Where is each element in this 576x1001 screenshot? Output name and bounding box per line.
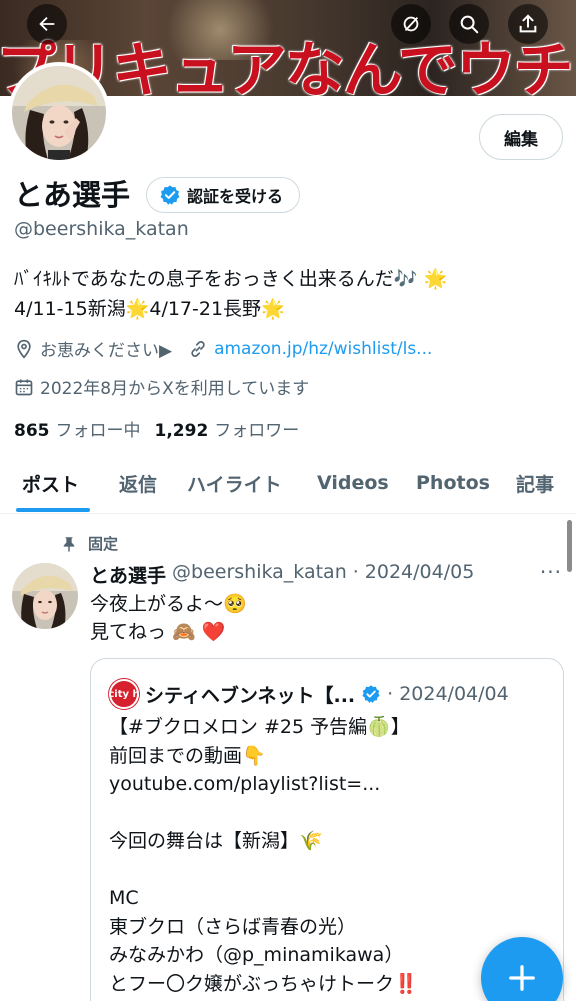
tab-videos[interactable]: Videos [317, 452, 389, 514]
pin-icon [63, 536, 75, 551]
quoted-post-header: city h シティヘブンネット【... · 2024/04/04 [108, 679, 509, 709]
avatar-photo [12, 563, 78, 629]
tab-photos[interactable]: Photos [416, 452, 490, 514]
edit-profile-button[interactable]: 編集 [479, 114, 563, 160]
profile-name: とあ選手 [14, 178, 131, 212]
profile-handle: @beershika_katan [14, 218, 189, 240]
share-button[interactable] [508, 4, 548, 44]
bio-line: 4/11-15新潟🌟4/17-21長野🌟 [14, 298, 285, 320]
verified-badge-icon [362, 685, 380, 703]
profile-avatar[interactable] [8, 62, 110, 164]
followers-count: 1,292 [154, 421, 209, 441]
search-button[interactable] [449, 4, 489, 44]
following-link[interactable]: 865 フォロー中 [14, 416, 141, 441]
quoted-author-avatar[interactable]: city h [108, 679, 140, 709]
active-tab-indicator [16, 508, 90, 512]
followers-label: フォロワー [214, 421, 300, 441]
profile-bio: ﾊﾞｲｷﾙﾄであなたの息子をおっきく出来るんだ🎶 🌟 4/11-15新潟🌟4/1… [14, 264, 447, 324]
link-icon [191, 340, 205, 357]
post-author-avatar[interactable] [12, 563, 78, 629]
verified-badge-icon [160, 185, 180, 205]
compose-plus-icon [509, 965, 535, 991]
following-count: 865 [14, 421, 50, 441]
profile-location: お恵みください▶ [40, 341, 173, 361]
pinned-label-row: 固定 [60, 533, 118, 554]
quoted-separator: · [387, 683, 394, 705]
quoted-date: 2024/04/04 [399, 683, 509, 705]
profile-joined-row: 2022年8月からXを利用しています [14, 374, 309, 399]
scrollbar[interactable] [567, 520, 572, 572]
following-label: フォロー中 [55, 421, 141, 441]
profile-meta-row: お恵みください▶ amazon.jp/hz/wishlist/ls... [14, 336, 432, 361]
tab-replies[interactable]: 返信 [119, 452, 157, 514]
post-author-name[interactable]: とあ選手 [90, 561, 166, 588]
no-notify-icon [403, 16, 419, 32]
post-date[interactable]: 2024/04/05 [365, 561, 475, 588]
post-author-handle[interactable]: @beershika_katan [172, 561, 347, 588]
post-separator: · [352, 561, 359, 583]
post-text: 今夜上がるよ〜🥺 見てねっ 🙈 ❤️ [90, 590, 247, 646]
notification-button[interactable] [391, 4, 431, 44]
pinned-label: 固定 [88, 535, 119, 553]
follow-stats: 865 フォロー中 1,292 フォロワー [14, 416, 299, 441]
avatar-photo [12, 66, 106, 160]
followers-link[interactable]: 1,292 フォロワー [155, 416, 300, 441]
back-button[interactable] [27, 4, 67, 44]
tab-posts[interactable]: ポスト [22, 452, 79, 514]
get-verified-button[interactable]: 認証を受ける [146, 177, 301, 213]
tab-articles[interactable]: 記事 [516, 452, 554, 514]
quoted-author-name[interactable]: シティヘブンネット【... [145, 681, 355, 708]
tab-highlights[interactable]: ハイライト [187, 452, 282, 514]
quoted-post-text: 【#ブクロメロン #25 予告編🍈】 前回までの動画👇 youtube.com/… [109, 716, 418, 995]
location-icon [17, 339, 31, 359]
profile-tabs: ポスト 返信 ハイライト Videos Photos 記事 [0, 452, 576, 514]
post-header: とあ選手 @beershika_katan · 2024/04/05 [90, 561, 474, 588]
profile-joined: 2022年8月からXを利用しています [40, 379, 310, 399]
post-text-line: 今夜上がるよ〜🥺 [90, 593, 247, 615]
back-arrow-icon [39, 16, 55, 32]
share-icon [519, 14, 537, 33]
bio-line: ﾊﾞｲｷﾙﾄであなたの息子をおっきく出来るんだ🎶 🌟 [14, 268, 448, 290]
calendar-icon [15, 379, 33, 395]
post-more-button[interactable]: ··· [540, 560, 562, 584]
search-icon [460, 15, 479, 34]
get-verified-label: 認証を受ける [187, 187, 284, 206]
post-text-line: 見てねっ 🙈 ❤️ [90, 621, 226, 643]
profile-website-link[interactable]: amazon.jp/hz/wishlist/ls... [214, 339, 432, 359]
